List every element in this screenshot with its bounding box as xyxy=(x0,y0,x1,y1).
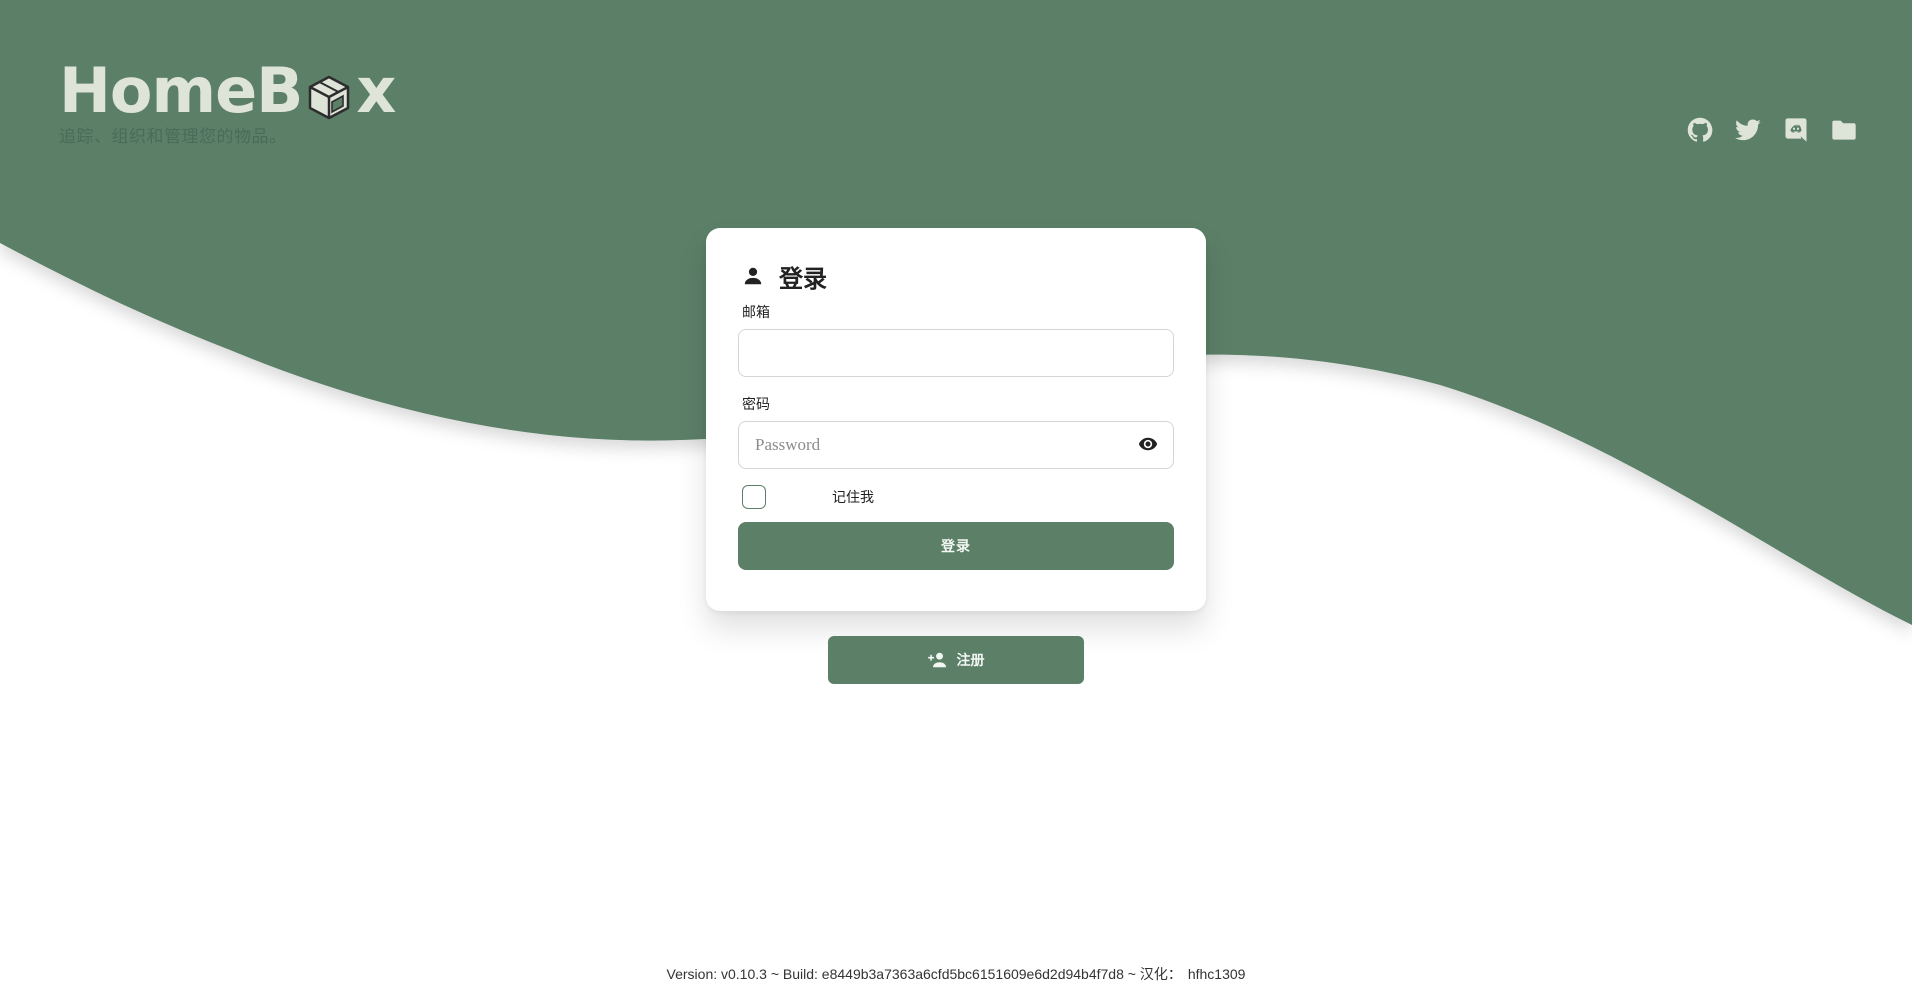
email-label: 邮箱 xyxy=(742,304,770,320)
footer: Version: v0.10.3 ~ Build: e8449b3a7363a6… xyxy=(0,964,1912,984)
add-user-icon xyxy=(927,652,946,668)
login-title: 登录 xyxy=(779,265,827,293)
github-icon[interactable] xyxy=(1686,116,1714,144)
translator-name: hfhc1309 xyxy=(1187,966,1246,982)
discord-icon[interactable] xyxy=(1782,116,1810,144)
login-card: 登录 邮箱 密码 记住我 登录 xyxy=(706,228,1206,611)
password-wrapper xyxy=(738,412,1174,469)
box-icon xyxy=(304,68,354,120)
register-button[interactable]: 注册 xyxy=(828,636,1084,684)
email-field[interactable] xyxy=(738,329,1174,377)
brand-tagline: 追踪、组织和管理您的物品。 xyxy=(59,127,287,146)
register-label: 注册 xyxy=(956,652,985,668)
version-text: Version: v0.10.3 ~ Build: e8449b3a7363a6… xyxy=(666,966,1182,982)
password-label: 密码 xyxy=(742,396,770,412)
user-icon xyxy=(744,267,762,285)
logo-text-end: x xyxy=(356,54,396,127)
app-logo: HomeB x xyxy=(59,54,396,127)
eye-icon[interactable] xyxy=(1138,434,1158,454)
folder-icon[interactable] xyxy=(1830,116,1858,144)
remember-me-checkbox[interactable] xyxy=(742,485,766,509)
remember-me-label: 记住我 xyxy=(832,489,874,505)
login-header: 登录 xyxy=(738,260,1174,293)
password-field[interactable] xyxy=(738,421,1174,469)
remember-me-row: 记住我 xyxy=(738,483,1174,511)
twitter-icon[interactable] xyxy=(1734,116,1762,144)
brand: HomeB x 追踪、组织和管理您的物品。 xyxy=(59,54,396,147)
social-links xyxy=(1686,116,1858,144)
logo-text-start: HomeB xyxy=(59,54,303,127)
login-button[interactable]: 登录 xyxy=(738,522,1174,570)
